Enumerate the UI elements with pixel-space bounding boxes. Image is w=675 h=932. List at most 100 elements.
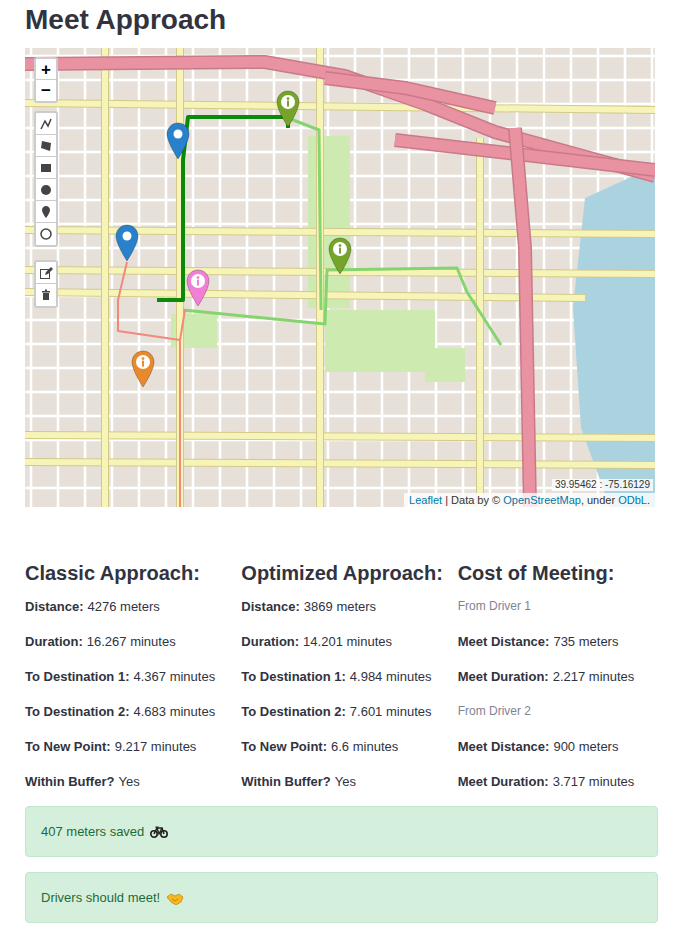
stat-value: 7.601 minutes — [350, 704, 432, 719]
circle-tool-button[interactable] — [36, 179, 56, 201]
polygon-tool-button[interactable] — [36, 135, 56, 157]
delete-icon-wrap — [39, 288, 53, 302]
stat-label: To Destination 1: — [241, 669, 345, 684]
approach-column: Classic Approach: Distance:4276 meters Dur… — [25, 560, 225, 806]
draw-toolbar — [34, 260, 58, 308]
polyline-icon-wrap — [39, 117, 53, 131]
stat-value: Yes — [118, 774, 139, 789]
rectangle-tool-button[interactable] — [36, 157, 56, 179]
map-marker[interactable] — [328, 237, 352, 275]
attribution-link[interactable]: OpenStreetMap — [503, 494, 581, 506]
info-pin-icon-wrap — [276, 90, 300, 128]
polyline-tool-button[interactable] — [36, 113, 56, 135]
edit-tool-button[interactable] — [36, 262, 56, 284]
bicycle-icon — [150, 825, 168, 839]
zoom-in-button[interactable]: + — [36, 59, 56, 80]
stat-label: To Destination 2: — [25, 704, 129, 719]
route[interactable] — [157, 117, 288, 300]
alert-text: Drivers should meet! — [41, 889, 160, 907]
map-marker[interactable] — [131, 350, 155, 388]
stat-row: To Destination 2:7.601 minutes — [241, 701, 441, 722]
stat-label: Distance: — [25, 599, 84, 614]
map-marker[interactable] — [115, 224, 139, 262]
stat-value: 3869 meters — [304, 599, 376, 614]
route-segment — [179, 340, 181, 507]
info-pin-icon — [276, 90, 300, 128]
zoom-out-button[interactable]: − — [36, 80, 56, 101]
cost-column: Cost of Meeting:From Driver 1Meet Distan… — [458, 560, 658, 806]
info-pin-icon — [328, 237, 352, 275]
page-title: Meet Approach — [25, 0, 658, 38]
stat-label: Meet Distance: — [458, 634, 550, 649]
handshake-icon — [166, 891, 184, 905]
approach-column: Optimized Approach:Distance:3869 metersD… — [241, 560, 441, 806]
highway — [25, 62, 655, 176]
stat-row: Meet Distance:900 meters — [458, 736, 658, 757]
marker-icon — [39, 205, 53, 219]
info-pin-icon-wrap — [131, 350, 155, 388]
map-pin-icon — [115, 224, 139, 262]
map[interactable]: +−39.95462 : -75.16129Leaflet | Data by … — [25, 48, 655, 507]
stat-row: Meet Duration:3.717 minutes — [458, 771, 658, 792]
park — [425, 348, 465, 382]
success-alert: Drivers should meet! — [25, 872, 658, 923]
stat-value: 900 meters — [553, 739, 618, 754]
attribution-link[interactable]: ODbL — [618, 494, 647, 506]
polygon-icon-wrap — [39, 139, 53, 153]
stat-value: 735 meters — [553, 634, 618, 649]
stat-row: Distance:4276 meters — [25, 596, 225, 617]
attribution-link[interactable]: Leaflet — [409, 494, 442, 506]
draw-toolbar — [34, 111, 58, 247]
delete-icon — [39, 288, 53, 302]
stat-row: To New Point: 9.217 minutes — [25, 736, 225, 757]
park — [308, 136, 350, 308]
circle-icon — [39, 183, 53, 197]
highway — [325, 78, 495, 108]
route[interactable] — [183, 118, 501, 345]
map-pin-icon-wrap — [166, 122, 190, 160]
marker-icon-wrap — [39, 205, 53, 219]
stat-value: 9.217 minutes — [115, 739, 197, 754]
stat-row: To Destination 2: 4.683 minutes — [25, 701, 225, 722]
circlemarker-tool-button[interactable] — [36, 223, 56, 245]
polyline-icon — [39, 117, 53, 131]
alert-text: 407 meters saved — [41, 823, 144, 841]
stat-row: Within Buffer? Yes — [25, 771, 225, 792]
info-pin-icon-wrap — [186, 269, 210, 307]
info-pin-icon — [186, 269, 210, 307]
stat-label: To New Point: — [25, 739, 111, 754]
stat-value: 4.683 minutes — [133, 704, 215, 719]
map-tiles — [25, 48, 655, 507]
column-title: Optimized Approach: — [241, 560, 441, 586]
stat-value: 4.367 minutes — [133, 669, 215, 684]
highway — [515, 128, 530, 507]
stat-label: Within Buffer? — [25, 774, 114, 789]
stat-row: To Destination 1:4.984 minutes — [241, 666, 441, 687]
stat-value: Yes — [335, 774, 356, 789]
stat-row: Within Buffer? Yes — [241, 771, 441, 792]
stat-label: Meet Duration: — [458, 669, 549, 684]
park — [325, 310, 435, 372]
stat-label: Duration: — [25, 634, 83, 649]
route[interactable] — [118, 262, 185, 507]
delete-tool-button[interactable] — [36, 284, 56, 306]
column-title: Classic Approach: — [25, 560, 225, 586]
circlemarker-icon — [39, 227, 53, 241]
zoom-control: +− — [34, 57, 58, 103]
bicycle-icon-wrap — [150, 825, 168, 839]
driver-caption: From Driver 2 — [458, 701, 658, 722]
stat-value: 16.267 minutes — [87, 634, 176, 649]
map-marker[interactable] — [276, 90, 300, 128]
marker-tool-button[interactable] — [36, 201, 56, 223]
map-marker[interactable] — [186, 269, 210, 307]
map-marker[interactable] — [166, 122, 190, 160]
map-pin-icon — [166, 122, 190, 160]
stat-row: Duration:14.201 minutes — [241, 631, 441, 652]
stat-row: To Destination 1:4.367 minutes — [25, 666, 225, 687]
stat-label: To New Point: — [241, 739, 327, 754]
mouse-coordinates: 39.95462 : -75.16129 — [552, 479, 653, 491]
routes-layer — [25, 48, 655, 507]
rectangle-icon-wrap — [39, 161, 53, 175]
column-title: Cost of Meeting: — [458, 560, 658, 586]
stat-label: Within Buffer? — [241, 774, 330, 789]
